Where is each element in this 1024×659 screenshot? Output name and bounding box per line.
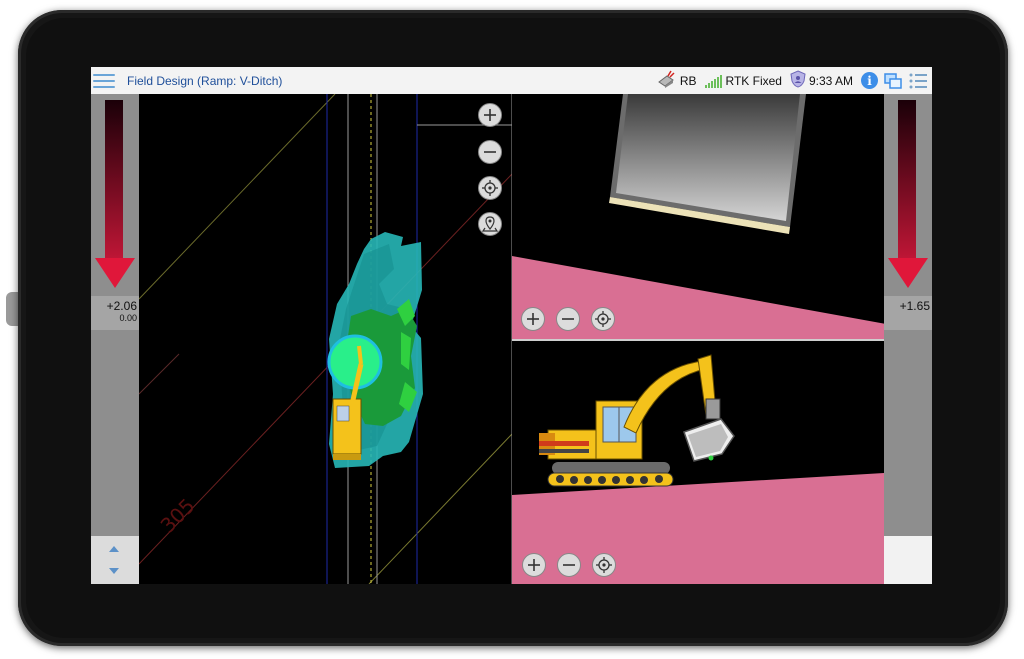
gps-label: RTK Fixed (725, 73, 782, 88)
cut-arrow-shaft (105, 100, 123, 260)
base-station-icon (657, 70, 677, 91)
gps-status[interactable]: RTK Fixed (704, 73, 782, 88)
plan-zoom-in-button[interactable] (478, 103, 502, 127)
bucket-center-button[interactable] (591, 307, 615, 331)
chevron-up-icon[interactable] (109, 546, 119, 552)
left-primary-value: +2.06 (106, 299, 137, 313)
cut-arrow-shaft (898, 100, 916, 260)
list-icon[interactable] (908, 72, 928, 90)
base-label: RB (679, 73, 697, 88)
user-status[interactable]: 9:33 AM (790, 70, 853, 91)
signal-bars-icon (704, 74, 723, 88)
profile-center-button[interactable] (592, 553, 616, 577)
excavator-icon (539, 354, 735, 487)
left-elevation-readout: +2.06 0.00 (91, 296, 139, 330)
plan-view-canvas: 305 (139, 94, 512, 584)
cut-arrow-icon (888, 258, 928, 288)
left-secondary-value: 0.00 (119, 313, 137, 323)
windows-icon[interactable] (884, 72, 902, 90)
bucket-view[interactable] (512, 94, 884, 339)
right-rail-controls (884, 536, 932, 584)
screen: Field Design (Ramp: V-Ditch) RB RTK Fixe… (91, 67, 932, 584)
info-icon[interactable]: i (861, 72, 878, 89)
base-status[interactable]: RB (657, 70, 697, 91)
bucket-zoom-out-button[interactable] (556, 307, 580, 331)
right-elevation-readout: +1.65 (884, 296, 932, 330)
profile-zoom-in-button[interactable] (522, 553, 546, 577)
plan-locate-pin-button[interactable] (478, 212, 502, 236)
top-bar: Field Design (Ramp: V-Ditch) RB RTK Fixe… (91, 67, 932, 95)
user-shield-icon (790, 70, 806, 91)
plan-center-button[interactable] (478, 176, 502, 200)
chevron-down-icon[interactable] (109, 568, 119, 574)
plan-zoom-out-button[interactable] (478, 140, 502, 164)
left-rail-controls (91, 536, 139, 584)
hamburger-icon[interactable] (93, 73, 115, 88)
page-title: Field Design (Ramp: V-Ditch) (127, 73, 283, 88)
right-guidance-rail: +1.65 (884, 94, 932, 584)
profile-zoom-out-button[interactable] (557, 553, 581, 577)
profile-view[interactable] (512, 341, 884, 584)
plan-view[interactable]: 305 (139, 94, 512, 584)
profile-view-canvas (512, 354, 884, 584)
bucket-view-canvas (512, 94, 884, 339)
right-primary-value: +1.65 (899, 299, 930, 313)
cut-arrow-icon (95, 258, 135, 288)
left-guidance-rail: +2.06 0.00 (91, 94, 139, 584)
bucket-zoom-in-button[interactable] (521, 307, 545, 331)
clock: 9:33 AM (808, 73, 853, 88)
plan-grid-label: 305 (156, 494, 200, 538)
views-panel (512, 94, 884, 584)
